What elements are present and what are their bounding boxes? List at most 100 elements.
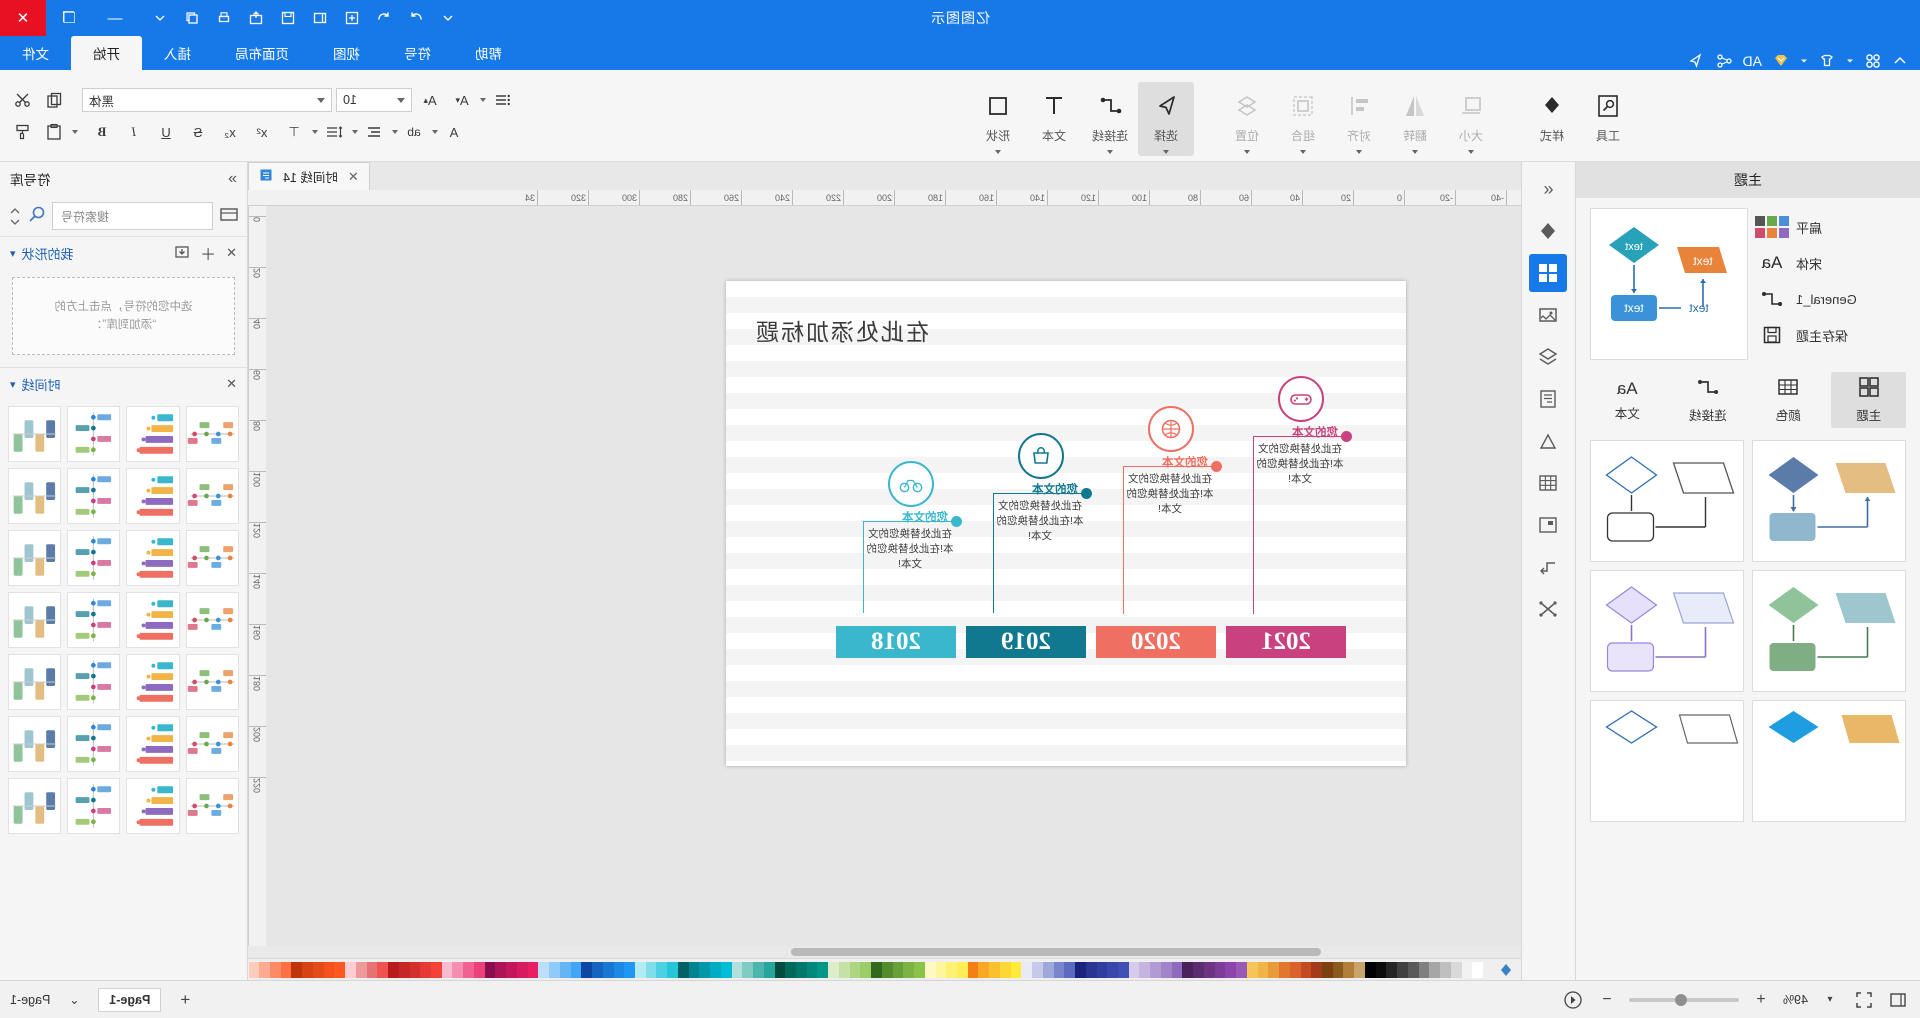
palette-swatch[interactable] <box>967 961 979 978</box>
milestone-2020[interactable]: 您的文本 在此处替换您的文本!在此处替换您的文本! 2020 <box>1096 406 1222 658</box>
tools-button[interactable]: 工具 <box>1580 82 1636 156</box>
symbol-thumbnail[interactable] <box>67 778 121 834</box>
tab-symbols[interactable]: 符号 <box>382 36 453 70</box>
theme-property-connector[interactable]: General_1 <box>1758 286 1906 312</box>
cursor-pointer-icon[interactable] <box>1687 52 1705 70</box>
palette-swatch[interactable] <box>495 961 507 978</box>
diamond-badge-icon[interactable] <box>1772 52 1790 70</box>
palette-swatch[interactable] <box>1429 961 1441 978</box>
palette-swatch[interactable] <box>1225 961 1237 978</box>
strikethrough-icon[interactable]: S <box>184 120 212 144</box>
zoom-value[interactable]: 49% <box>1783 993 1808 1007</box>
chevron-down-icon[interactable] <box>1300 149 1306 154</box>
font-family-input[interactable]: 黑体 <box>82 88 332 112</box>
font-size-input[interactable]: 10 <box>336 88 412 112</box>
chevron-down-icon[interactable] <box>1107 149 1113 154</box>
symbol-thumbnail[interactable] <box>126 716 180 772</box>
palette-swatch[interactable] <box>1321 961 1333 978</box>
position-button[interactable]: 位置 <box>1219 82 1275 156</box>
palette-swatch[interactable] <box>667 961 678 978</box>
palette-swatch[interactable] <box>1246 961 1258 978</box>
symbol-thumbnail[interactable] <box>126 592 180 648</box>
theme-tab-text[interactable]: Aa 文本 <box>1590 372 1665 428</box>
palette-swatch[interactable] <box>903 961 915 978</box>
chevron-down-icon[interactable] <box>1244 149 1250 154</box>
palette-swatch[interactable] <box>892 961 904 978</box>
zoom-in-button[interactable]: + <box>1749 988 1773 1012</box>
palette-swatch[interactable] <box>999 961 1011 978</box>
palette-swatch[interactable] <box>1450 961 1462 978</box>
symbol-thumbnail[interactable] <box>185 592 239 648</box>
palette-swatch[interactable] <box>1407 961 1419 978</box>
drawing-canvas[interactable]: 在此处添加标题 您的文本 在此处替换您的文本!在此处替换您的文本! 2021 您… <box>266 206 1521 946</box>
decrease-font-size-icon[interactable]: A ▾ <box>448 88 476 112</box>
flip-button[interactable]: 翻转 <box>1387 82 1443 156</box>
symbol-thumbnail[interactable] <box>185 778 239 834</box>
palette-swatch[interactable] <box>291 961 303 978</box>
palette-swatch[interactable] <box>1300 961 1312 978</box>
chevron-down-icon[interactable]: ▾ <box>10 247 16 260</box>
palette-swatch[interactable] <box>1364 961 1376 978</box>
text-tool-button[interactable]: 文本 <box>1026 82 1082 156</box>
palette-swatch[interactable] <box>270 961 281 978</box>
palette-swatch[interactable] <box>785 961 796 978</box>
palette-swatch[interactable] <box>441 961 453 978</box>
palette-swatch[interactable] <box>259 961 271 978</box>
style-button[interactable]: 样式 <box>1524 82 1580 156</box>
palette-swatch[interactable] <box>720 961 732 978</box>
palette-swatch[interactable] <box>860 961 872 978</box>
milestone-2018[interactable]: 您的文本 在此处替换您的文本!在此处替换您的文本! 2018 <box>836 461 962 658</box>
superscript-icon[interactable]: x² <box>248 120 276 144</box>
palette-swatch[interactable] <box>463 961 474 978</box>
palette-swatch[interactable] <box>1375 961 1387 978</box>
palette-swatch[interactable] <box>1354 961 1365 978</box>
theme-shape-item[interactable] <box>1590 700 1744 822</box>
palette-swatch[interactable] <box>1236 961 1247 978</box>
document-tab[interactable]: ✕ 时间线 14 <box>248 162 370 190</box>
underline-icon[interactable]: U <box>152 120 180 144</box>
new-icon[interactable] <box>342 8 362 28</box>
palette-swatch[interactable] <box>377 961 389 978</box>
palette-swatch[interactable] <box>1193 961 1204 978</box>
palette-swatch[interactable] <box>1171 961 1183 978</box>
text-direction-icon[interactable]: ab <box>400 120 428 144</box>
tab-page-layout[interactable]: 页面布局 <box>213 36 311 70</box>
palette-swatch[interactable] <box>753 961 764 978</box>
palette-swatch[interactable] <box>473 961 485 978</box>
palette-swatch[interactable] <box>1214 961 1226 978</box>
collapse-ribbon-icon[interactable] <box>1892 53 1908 69</box>
palette-swatch[interactable] <box>334 961 346 978</box>
milestone-2019[interactable]: 您的文本 在此处替换您的文本!在此处替换您的文本! 2019 <box>966 433 1092 658</box>
chevron-down-icon[interactable] <box>1163 149 1169 154</box>
palette-swatch[interactable] <box>699 961 711 978</box>
palette-swatch[interactable] <box>957 961 968 978</box>
theme-shape-item[interactable] <box>1590 570 1744 692</box>
copy-icon[interactable] <box>40 88 68 112</box>
subscript-icon[interactable]: x₂ <box>216 120 244 144</box>
milestone-2021[interactable]: 您的文本 在此处替换您的文本!在此处替换您的文本! 2021 <box>1226 376 1352 658</box>
caret-down-icon[interactable] <box>150 8 170 28</box>
symbol-thumbnail[interactable] <box>8 592 62 648</box>
palette-swatch[interactable] <box>1472 961 1483 978</box>
symbol-thumbnail[interactable] <box>8 654 62 710</box>
palette-swatch[interactable] <box>506 961 517 978</box>
palette-swatch[interactable] <box>388 961 399 978</box>
palette-swatch[interactable] <box>1053 961 1065 978</box>
palette-swatch[interactable] <box>431 961 442 978</box>
palette-swatch[interactable] <box>806 961 818 978</box>
collapse-panel-icon[interactable]: « <box>1530 170 1568 208</box>
maximize-button[interactable]: ❐ <box>46 0 92 36</box>
chevron-down-icon[interactable] <box>432 130 438 134</box>
symbol-thumbnail[interactable] <box>126 406 180 462</box>
palette-swatch[interactable] <box>581 961 593 978</box>
line-spacing-icon[interactable] <box>320 120 348 144</box>
palette-swatch[interactable] <box>1461 961 1473 978</box>
image-icon[interactable] <box>1530 296 1568 334</box>
palette-swatch[interactable] <box>817 961 829 978</box>
palette-swatch[interactable] <box>1268 961 1280 978</box>
chevron-down-icon[interactable] <box>995 149 1001 154</box>
close-icon[interactable]: ✕ <box>226 245 237 261</box>
flow-icon[interactable] <box>1530 548 1568 586</box>
tab-help[interactable]: 帮助 <box>453 36 524 70</box>
italic-icon[interactable]: I <box>120 120 148 144</box>
